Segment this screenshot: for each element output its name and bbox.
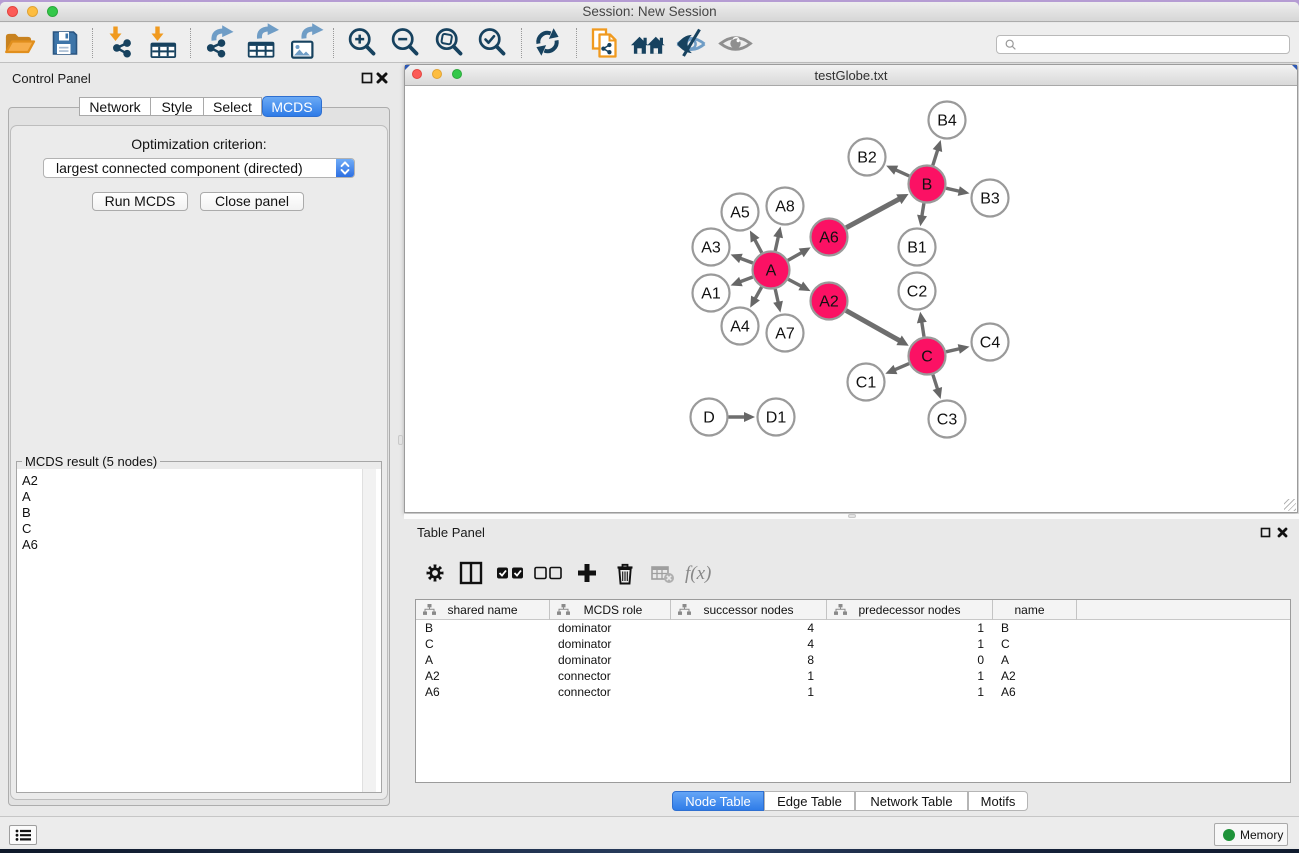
svg-text:C: C <box>921 349 933 366</box>
svg-text:A1: A1 <box>701 286 721 303</box>
svg-text:D1: D1 <box>766 410 787 427</box>
svg-text:A2: A2 <box>819 294 839 311</box>
svg-text:A7: A7 <box>775 326 795 343</box>
svg-text:C2: C2 <box>907 284 928 301</box>
svg-text:B1: B1 <box>907 240 927 257</box>
svg-text:A3: A3 <box>701 240 721 257</box>
svg-text:A: A <box>766 263 777 280</box>
svg-text:A4: A4 <box>730 319 750 336</box>
svg-text:A8: A8 <box>775 199 795 216</box>
svg-text:C3: C3 <box>937 412 958 429</box>
svg-text:B4: B4 <box>937 113 957 130</box>
svg-text:A6: A6 <box>819 230 839 247</box>
svg-text:B2: B2 <box>857 150 877 167</box>
svg-text:A5: A5 <box>730 205 750 222</box>
svg-text:f(x): f(x) <box>685 563 711 584</box>
svg-text:C4: C4 <box>980 335 1001 352</box>
svg-text:B: B <box>922 177 933 194</box>
svg-text:B3: B3 <box>980 191 1000 208</box>
svg-text:D: D <box>703 410 715 427</box>
svg-text:C1: C1 <box>856 375 877 392</box>
